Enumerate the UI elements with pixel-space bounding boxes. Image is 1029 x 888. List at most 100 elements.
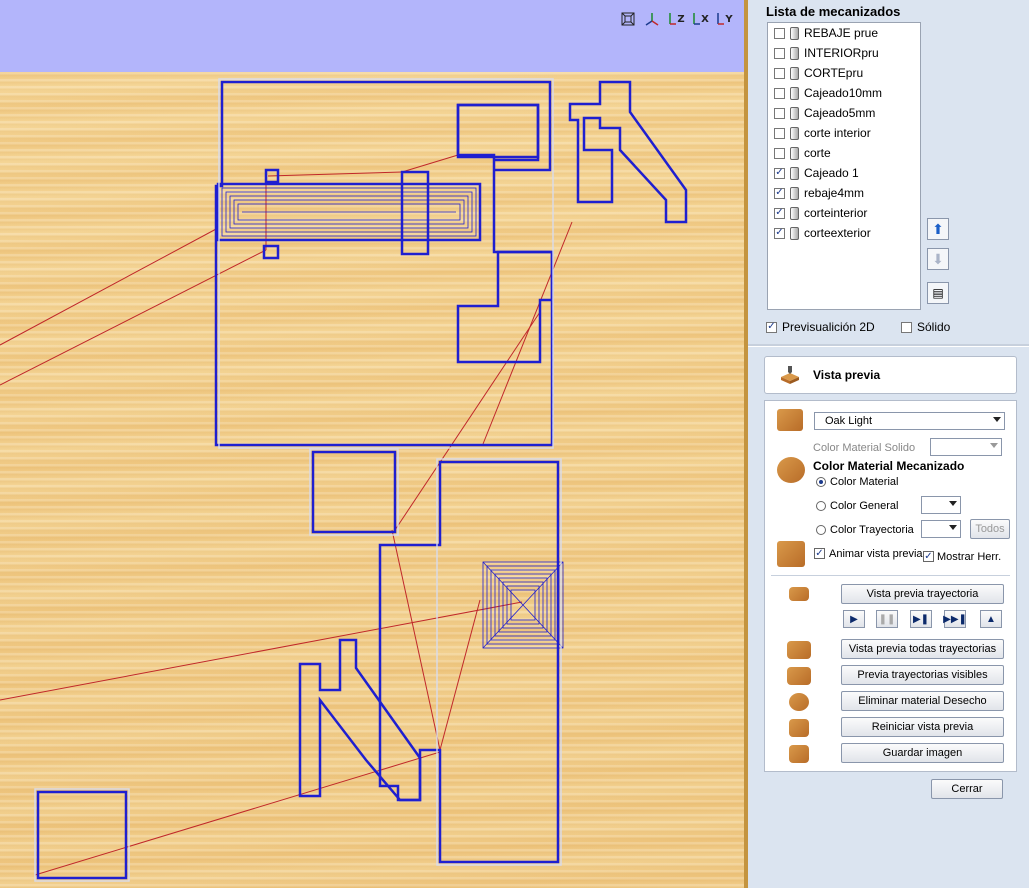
rapid-moves — [0, 154, 573, 876]
play-button[interactable]: ▶ — [843, 610, 865, 628]
view-toolbar: Z X Y — [618, 10, 734, 28]
op-checkbox[interactable]: ✓ — [774, 187, 785, 199]
solid-label: Sólido — [917, 320, 951, 334]
op-label: Cajeado 1 — [804, 166, 859, 180]
list-item[interactable]: corte — [768, 143, 920, 163]
vista-previa-title: Vista previa — [813, 368, 881, 382]
preview-2d-label: Previsualición 2D — [782, 320, 875, 334]
solid-option[interactable]: Sólido — [901, 320, 950, 334]
color-general-radio[interactable] — [816, 501, 826, 511]
material-select[interactable]: Oak Light — [814, 412, 1005, 430]
eliminar-desecho-button[interactable]: Eliminar material Desecho — [841, 691, 1004, 711]
step-forward-button[interactable]: ▶❚ — [910, 610, 932, 628]
guardar-imagen-button[interactable]: Guardar imagen — [841, 743, 1004, 763]
operations-panel: Lista de mecanizados REBAJE prue INTERIO… — [748, 0, 1029, 888]
op-checkbox[interactable] — [774, 47, 785, 59]
animate-icon — [777, 541, 805, 567]
vista-previa-todas-button[interactable]: Vista previa todas trayectorias — [841, 639, 1004, 659]
move-up-button[interactable]: ⬆ — [927, 218, 949, 240]
list-item[interactable]: INTERIORpru — [768, 43, 920, 63]
list-item[interactable]: ✓ rebaje4mm — [768, 183, 920, 203]
op-label: corte — [804, 146, 831, 160]
op-checkbox[interactable]: ✓ — [774, 207, 785, 219]
list-item[interactable]: ✓ Cajeado 1 — [768, 163, 920, 183]
list-item[interactable]: REBAJE prue — [768, 23, 920, 43]
play-icon: ▶ — [850, 613, 858, 625]
op-checkbox[interactable] — [774, 27, 785, 39]
preview-2d-option[interactable]: ✓ Previsualición 2D — [766, 320, 875, 334]
list-item[interactable]: corte interior — [768, 123, 920, 143]
previa-visibles-button[interactable]: Previa trayectorias visibles — [841, 665, 1004, 685]
list-item[interactable]: ✓ corteexterior — [768, 223, 920, 243]
pocket-hatching — [221, 187, 477, 237]
color-trayectoria-radio-label: Color Trayectoria — [830, 524, 914, 536]
reiniciar-vista-button[interactable]: Reiniciar vista previa — [841, 717, 1004, 737]
vista-previa-header[interactable]: Vista previa — [764, 356, 1017, 394]
view-z-icon[interactable]: Z — [666, 10, 686, 28]
op-checkbox[interactable] — [774, 87, 785, 99]
chevron-down-icon — [993, 417, 1001, 422]
color-general-radio-label: Color General — [830, 500, 899, 512]
op-label: corteinterior — [804, 206, 868, 220]
tool-icon — [790, 146, 799, 160]
todos-button[interactable]: Todos — [970, 519, 1010, 539]
iso-axes-icon[interactable] — [642, 10, 662, 28]
mostrar-herr-checkbox[interactable]: ✓ — [923, 551, 934, 562]
trajectory-color-picker[interactable] — [921, 520, 961, 538]
color-material-solido-label: Color Material Solido — [813, 442, 916, 454]
vista-previa-trayectoria-button[interactable]: Vista previa trayectoria — [841, 584, 1004, 604]
panel-title: Lista de mecanizados — [766, 4, 901, 19]
list-item[interactable]: Cajeado5mm — [768, 103, 920, 123]
op-label: INTERIORpru — [804, 46, 879, 60]
toolpath-offsets — [34, 78, 562, 882]
toolpath-outlines — [36, 80, 688, 880]
tool-icon — [790, 226, 799, 240]
wood-material-surface — [0, 72, 744, 888]
op-checkbox[interactable] — [774, 107, 785, 119]
tool-icon — [790, 26, 799, 40]
material-icon — [777, 409, 803, 431]
preview-viewport[interactable]: Z X Y — [0, 0, 744, 888]
general-color-picker[interactable] — [921, 496, 961, 514]
machined-material-icon — [777, 457, 805, 483]
op-checkbox[interactable]: ✓ — [774, 227, 785, 239]
op-label: REBAJE prue — [804, 26, 879, 40]
pause-button[interactable]: ❚❚ — [876, 610, 898, 628]
material-select-value: Oak Light — [825, 415, 873, 427]
view-x-icon[interactable]: X — [690, 10, 710, 28]
op-label: corteexterior — [804, 226, 871, 240]
op-checkbox[interactable] — [774, 127, 785, 139]
view-y-label: Y — [725, 13, 733, 25]
fast-forward-button[interactable]: ▶▶❚ — [943, 610, 967, 628]
color-trayectoria-radio[interactable] — [816, 525, 826, 535]
list-item[interactable]: ✓ corteinterior — [768, 203, 920, 223]
preview-visible-icon — [787, 667, 811, 685]
solid-color-picker[interactable] — [930, 438, 1002, 456]
arrow-up-icon: ⬆ — [932, 220, 944, 237]
view-x-label: X — [701, 13, 709, 25]
animar-checkbox[interactable]: ✓ — [814, 548, 825, 559]
view-y-icon[interactable]: Y — [714, 10, 734, 28]
move-down-button[interactable]: ⬇ — [927, 248, 949, 270]
toolpath-preview-icon — [789, 587, 809, 601]
remove-waste-icon — [789, 693, 809, 711]
list-item[interactable]: Cajeado10mm — [768, 83, 920, 103]
preview-2d-checkbox[interactable]: ✓ — [766, 321, 777, 333]
calculator-button[interactable]: ▤ — [927, 282, 949, 304]
solid-checkbox[interactable] — [901, 321, 912, 333]
calculator-icon: ▤ — [932, 286, 944, 300]
color-material-radio[interactable] — [816, 477, 826, 487]
operations-list[interactable]: REBAJE prue INTERIORpru CORTEpru Cajeado… — [767, 22, 921, 310]
arrow-down-icon: ⬇ — [932, 250, 944, 267]
to-top-button[interactable]: ▲ — [980, 610, 1002, 628]
tool-icon — [790, 206, 799, 220]
save-image-icon — [789, 745, 809, 763]
op-checkbox[interactable]: ✓ — [774, 167, 785, 179]
op-checkbox[interactable] — [774, 67, 785, 79]
op-label: CORTEpru — [804, 66, 864, 80]
op-checkbox[interactable] — [774, 147, 785, 159]
iso-view-icon[interactable] — [618, 10, 638, 28]
tool-icon — [790, 166, 799, 180]
list-item[interactable]: CORTEpru — [768, 63, 920, 83]
cerrar-button[interactable]: Cerrar — [931, 779, 1003, 799]
